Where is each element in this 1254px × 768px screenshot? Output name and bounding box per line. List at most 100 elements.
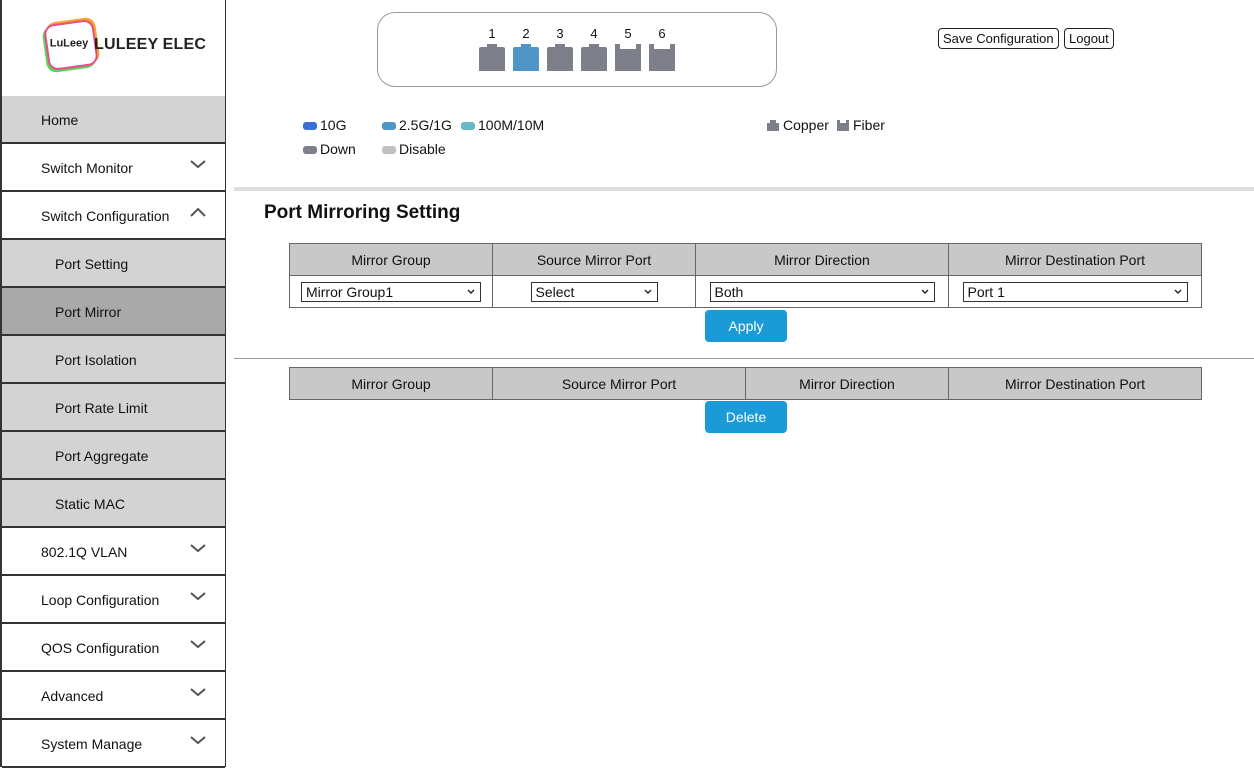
legend-100m-label: 100M/10M xyxy=(478,117,545,133)
direction-cell: Both xyxy=(695,275,949,308)
legend-10g-swatch xyxy=(303,122,317,131)
form-input-row: Mirror Group1 Select Both Port 1 xyxy=(289,275,1202,308)
chevron-down-icon xyxy=(190,688,206,697)
legend-disable-swatch xyxy=(382,146,396,155)
dest-port-value: Port 1 xyxy=(967,283,1005,300)
chevron-down-icon xyxy=(1174,289,1181,294)
port-status-panel: 1 2 3 4 5 6 xyxy=(377,12,777,87)
port-4-copper-icon[interactable] xyxy=(579,44,609,71)
port-6-fiber-icon[interactable] xyxy=(647,44,677,71)
mirror-group-select[interactable]: Mirror Group1 xyxy=(301,281,481,302)
legend-100m: 100M/10M xyxy=(461,117,544,133)
legend-10g: 10G xyxy=(303,117,346,133)
sidebar-item-port-isolation[interactable]: Port Isolation xyxy=(2,336,225,384)
chevron-down-icon xyxy=(190,736,206,745)
list-header-direction: Mirror Direction xyxy=(745,367,949,400)
chevron-down-icon xyxy=(467,289,475,294)
port-1-copper-icon[interactable] xyxy=(477,44,507,71)
form-header-mirror-group: Mirror Group xyxy=(289,243,493,276)
mirror-direction-select[interactable]: Both xyxy=(709,281,935,302)
chevron-down-icon xyxy=(190,160,206,169)
divider-top xyxy=(234,187,1254,191)
apply-button[interactable]: Apply xyxy=(705,310,787,342)
sidebar: LuLeey LULEEY ELEC Home Switch Monitor Swi… xyxy=(0,0,226,768)
sidebar-item-port-mirror[interactable]: Port Mirror xyxy=(2,288,225,336)
legend-copper-label: Copper xyxy=(783,117,829,133)
copper-port-icon xyxy=(767,120,779,131)
source-port-cell: Select xyxy=(492,275,696,308)
sidebar-item-label: Loop Configuration xyxy=(41,592,160,608)
legend-disable: Disable xyxy=(382,141,446,157)
logout-button[interactable]: Logout xyxy=(1064,28,1114,49)
sidebar-item-802-1q-vlan[interactable]: 802.1Q VLAN xyxy=(2,528,225,576)
brand-badge-icon: LuLeey xyxy=(43,18,99,72)
legend-10g-label: 10G xyxy=(320,117,347,133)
chevron-down-icon xyxy=(921,289,928,294)
chevron-down-icon xyxy=(190,544,206,553)
legend-2-5g: 2.5G/1G xyxy=(382,117,452,133)
brand-logo: LuLeey LULEEY ELEC xyxy=(2,0,225,96)
delete-button[interactable]: Delete xyxy=(705,401,787,433)
chevron-down-icon xyxy=(190,592,206,601)
port-3-copper-icon[interactable] xyxy=(545,44,575,71)
dest-port-cell: Port 1 xyxy=(948,275,1202,308)
form-header-row: Mirror Group Source Mirror Port Mirror D… xyxy=(289,243,1202,276)
direction-value: Both xyxy=(714,283,744,300)
list-header-row: Mirror Group Source Mirror Port Mirror D… xyxy=(289,367,1202,400)
sidebar-item-label: Switch Monitor xyxy=(41,160,133,176)
form-header-source-port: Source Mirror Port xyxy=(492,243,696,276)
brand-name: LULEEY ELEC xyxy=(94,36,207,53)
legend-fiber-label: Fiber xyxy=(853,117,885,133)
port-2-number: 2 xyxy=(522,26,530,41)
save-configuration-button[interactable]: Save Configuration xyxy=(938,28,1059,49)
sidebar-nav: Home Switch Monitor Switch Configuration Po… xyxy=(2,96,225,768)
legend-100m-swatch xyxy=(461,122,475,131)
port-6-number: 6 xyxy=(658,26,666,41)
list-header-dest-port: Mirror Destination Port xyxy=(948,367,1202,400)
port-5-fiber-icon[interactable] xyxy=(613,44,643,71)
port-5-number: 5 xyxy=(624,26,632,41)
sidebar-item-port-aggregate[interactable]: Port Aggregate xyxy=(2,432,225,480)
sidebar-item-port-setting[interactable]: Port Setting xyxy=(2,240,225,288)
sidebar-item-static-mac[interactable]: Static MAC xyxy=(2,480,225,528)
sidebar-item-advanced[interactable]: Advanced xyxy=(2,672,225,720)
mirror-group-value: Mirror Group1 xyxy=(306,283,394,300)
sidebar-item-home[interactable]: Home xyxy=(2,96,225,144)
list-header-source-port: Source Mirror Port xyxy=(492,367,746,400)
sidebar-item-system-manage[interactable]: System Manage xyxy=(2,720,225,768)
sidebar-item-switch-configuration[interactable]: Switch Configuration xyxy=(2,192,225,240)
sidebar-item-qos-configuration[interactable]: QOS Configuration xyxy=(2,624,225,672)
brand-badge-text: LuLeey xyxy=(49,37,89,50)
source-port-value: Select xyxy=(535,283,575,300)
legend-fiber: Fiber xyxy=(837,117,885,133)
sidebar-item-label: Port Isolation xyxy=(55,352,137,368)
mirror-group-cell: Mirror Group1 xyxy=(289,275,493,308)
source-mirror-port-select[interactable]: Select xyxy=(530,281,658,302)
sidebar-item-label: QOS Configuration xyxy=(41,640,160,656)
sidebar-item-label: Port Rate Limit xyxy=(55,400,148,416)
fiber-port-icon xyxy=(837,120,849,131)
sidebar-item-label: Home xyxy=(41,112,79,128)
sidebar-item-switch-monitor[interactable]: Switch Monitor xyxy=(2,144,225,192)
port-2-copper-icon[interactable] xyxy=(511,44,541,71)
chevron-down-icon xyxy=(644,289,651,294)
divider-middle xyxy=(234,358,1254,359)
legend-copper: Copper xyxy=(767,117,829,133)
port-4-number: 4 xyxy=(590,26,598,41)
form-header-dest-port: Mirror Destination Port xyxy=(948,243,1202,276)
list-header-mirror-group: Mirror Group xyxy=(289,367,493,400)
sidebar-item-label: Port Setting xyxy=(55,256,129,272)
sidebar-item-loop-configuration[interactable]: Loop Configuration xyxy=(2,576,225,624)
mirror-list-table: Mirror Group Source Mirror Port Mirror D… xyxy=(289,367,1202,400)
sidebar-item-label: Static MAC xyxy=(55,496,126,512)
legend-down-label: Down xyxy=(320,141,356,157)
sidebar-item-label: Port Aggregate xyxy=(55,448,149,464)
sidebar-item-port-rate-limit[interactable]: Port Rate Limit xyxy=(2,384,225,432)
mirror-destination-port-select[interactable]: Port 1 xyxy=(962,281,1188,302)
sidebar-item-label: System Manage xyxy=(41,736,143,752)
legend-disable-label: Disable xyxy=(399,141,446,157)
chevron-down-icon xyxy=(190,640,206,649)
sidebar-item-label: Advanced xyxy=(41,688,104,704)
legend-down-swatch xyxy=(303,146,317,155)
mirror-form-table: Mirror Group Source Mirror Port Mirror D… xyxy=(289,243,1202,308)
